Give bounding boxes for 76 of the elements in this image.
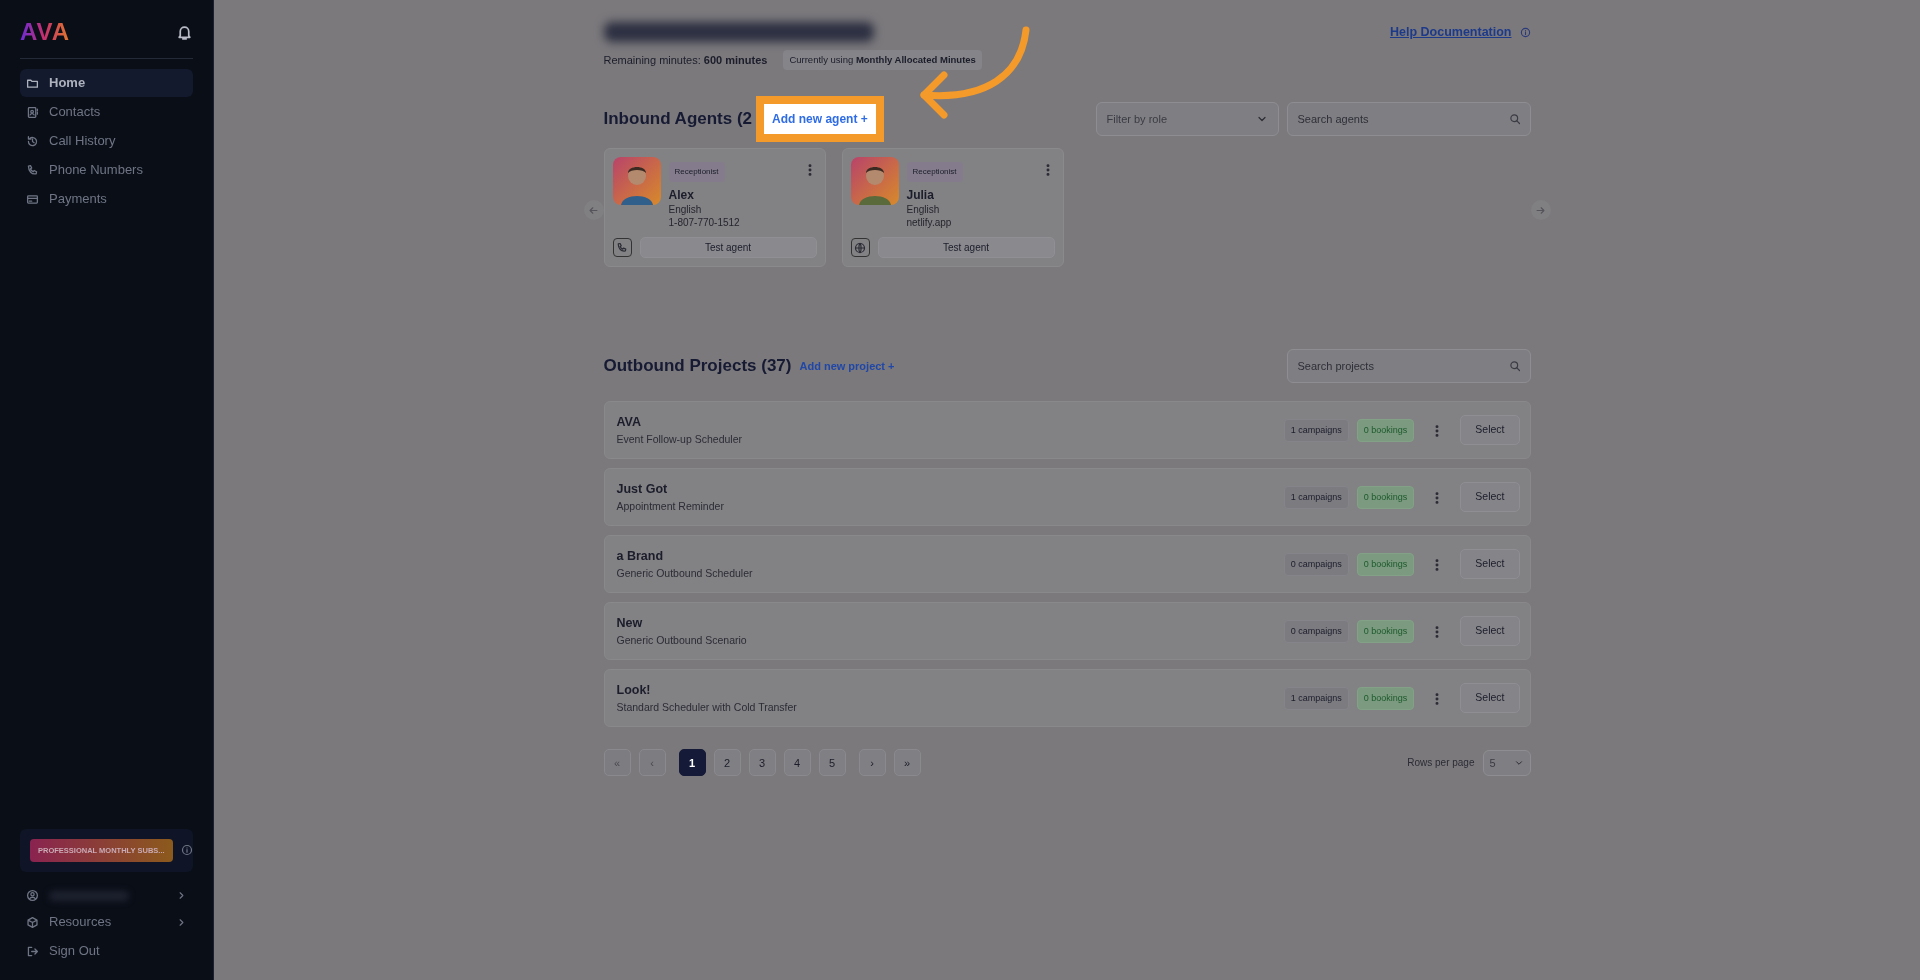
phone-icon [26, 163, 39, 177]
history-icon [26, 134, 39, 148]
agent-name: Julia [906, 187, 935, 205]
test-agent-button[interactable]: Test agent [877, 237, 1055, 259]
agent-language: English [668, 204, 703, 217]
project-name: a Brand [616, 548, 665, 565]
info-icon [180, 844, 193, 857]
agent-contact: netlify.app [906, 216, 953, 230]
role-tag: Receptionist [668, 162, 725, 183]
page-button[interactable]: 5 [818, 749, 846, 777]
sidebar-item[interactable]: Payments [20, 185, 193, 213]
project-name: Look! [616, 682, 652, 699]
page-button[interactable]: › [858, 749, 886, 777]
help-link[interactable]: Help Documentation [1389, 22, 1512, 42]
role-filter[interactable]: Filter by role [1095, 102, 1279, 137]
section-title: Outbound Projects (37) [603, 356, 792, 377]
notification-bell-icon [176, 23, 193, 41]
select-button[interactable]: Select [1460, 415, 1520, 446]
search-field[interactable]: Search projects [1286, 349, 1531, 384]
test-agent-button[interactable]: Test agent [639, 237, 817, 259]
page-button[interactable]: 4 [783, 749, 811, 777]
project-name: New [616, 615, 644, 632]
arrow-right-icon [1535, 204, 1546, 216]
bookings-count: 0 bookings [1356, 418, 1415, 442]
select-button[interactable]: Select [1460, 549, 1520, 580]
project-scenario: Appointment Reminder [616, 498, 725, 514]
arrow-left-icon [588, 204, 599, 216]
project-name: Just Got [616, 481, 669, 498]
package-icon [26, 915, 39, 929]
project-scenario: Standard Scheduler with Cold Transfer [616, 699, 798, 715]
contact-card-icon [26, 105, 39, 119]
sign-out-icon [26, 944, 39, 958]
section-title: Inbound Agents (2 [603, 109, 753, 130]
remaining-minutes: Remaining minutes: 600 minutes [603, 52, 768, 68]
agent-name: Alex [668, 187, 695, 205]
search-icon [1508, 360, 1521, 373]
bookings-count: 0 bookings [1356, 485, 1415, 509]
agent-language: English [906, 204, 941, 217]
add-agent-link[interactable]: Add new agent + [756, 96, 884, 143]
globe-icon [854, 241, 866, 254]
sidebar-item[interactable]: Home [20, 69, 193, 97]
campaigns-count: 1 campaigns [1283, 686, 1349, 710]
usage-tag: Currently using Monthly Allocated Minutes [783, 50, 982, 71]
page-button[interactable]: 1 [678, 749, 706, 777]
campaigns-count: 1 campaigns [1283, 485, 1349, 509]
campaigns-count: 0 campaigns [1283, 619, 1349, 643]
rows-per-page-label: Rows per page [1407, 756, 1475, 771]
page-button[interactable]: » [893, 749, 921, 777]
page-button[interactable]: 2 [713, 749, 741, 777]
credit-card-icon [26, 192, 39, 206]
sidebar-item[interactable]: Resources [20, 908, 193, 936]
campaigns-count: 0 campaigns [1283, 552, 1349, 576]
select-button[interactable]: Select [1460, 683, 1520, 714]
project-scenario: Generic Outbound Scheduler [616, 565, 754, 581]
rows-per-page-select[interactable]: 5 [1482, 749, 1531, 776]
project-scenario: Event Follow-up Scheduler [616, 431, 743, 447]
campaigns-count: 1 campaigns [1283, 418, 1349, 442]
agent-contact: 1-807-770-1512 [668, 216, 741, 230]
page-button[interactable]: 3 [748, 749, 776, 777]
sidebar-item[interactable]: Phone Numbers [20, 156, 193, 184]
phone-icon [616, 241, 628, 254]
search-field[interactable]: Search agents [1286, 102, 1531, 137]
sidebar-item[interactable]: Contacts [20, 98, 193, 126]
select-button[interactable]: Select [1460, 616, 1520, 647]
user-icon [26, 889, 39, 902]
project-scenario: Generic Outbound Scenario [616, 632, 748, 648]
info-icon [1519, 26, 1531, 38]
bookings-count: 0 bookings [1356, 619, 1415, 643]
search-icon [1508, 113, 1521, 126]
select-button[interactable]: Select [1460, 482, 1520, 513]
sign-out-link[interactable]: Sign Out [20, 937, 193, 965]
bookings-count: 0 bookings [1356, 686, 1415, 710]
project-name: AVA [616, 414, 643, 431]
sidebar-item[interactable]: Call History [20, 127, 193, 155]
bookings-count: 0 bookings [1356, 552, 1415, 576]
role-tag: Receptionist [906, 162, 963, 183]
